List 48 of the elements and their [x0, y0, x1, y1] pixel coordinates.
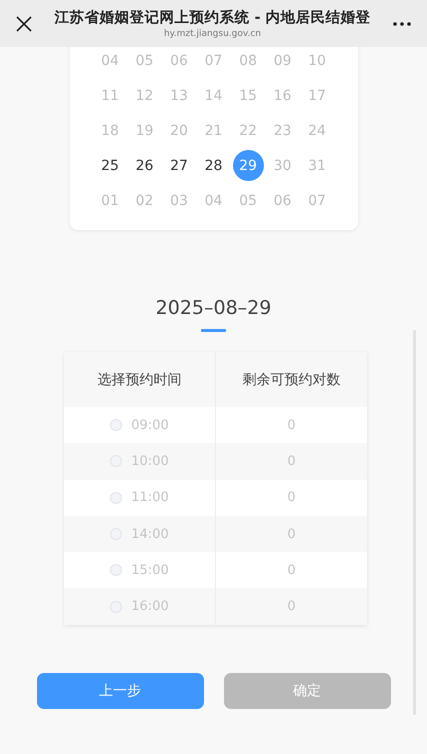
column-header: 剩余可预约对数 — [242, 370, 342, 390]
calendar-day: 30 — [267, 150, 298, 181]
calendar-day: 17 — [302, 80, 332, 111]
remaining-count: 0 — [287, 418, 296, 433]
calendar-day: 06 — [164, 45, 194, 76]
calendar-day: 19 — [129, 115, 160, 146]
calendar-day[interactable]: 27 — [164, 150, 194, 181]
time-slot: 09:00 — [131, 418, 169, 433]
calendar-day: 24 — [302, 115, 332, 146]
calendar-day: 12 — [129, 80, 160, 111]
calendar-day: 16 — [267, 80, 298, 111]
remaining-count: 0 — [287, 490, 296, 506]
calendar-day: 06 — [267, 185, 298, 216]
calendar-day: 15 — [232, 80, 264, 111]
time-slot: 15:00 — [131, 562, 169, 578]
calendar-day[interactable]: 26 — [129, 150, 160, 181]
column-header: 选择预约时间 — [64, 352, 216, 407]
calendar-day: 03 — [164, 185, 194, 216]
time-slot: 11:00 — [131, 490, 169, 506]
close-icon[interactable] — [16, 16, 32, 32]
remaining-count: 0 — [287, 562, 296, 578]
calendar-day: 05 — [129, 45, 160, 76]
calendar-day: 20 — [164, 115, 194, 146]
date-underline — [201, 329, 226, 332]
calendar-day: 09 — [267, 45, 298, 76]
more-icon[interactable] — [393, 22, 411, 26]
calendar-day: 04 — [94, 45, 126, 76]
calendar-day: 11 — [94, 80, 126, 111]
calendar-day: 07 — [302, 185, 332, 216]
calendar-day[interactable]: 25 — [94, 150, 126, 181]
calendar-day: 10 — [302, 45, 332, 76]
calendar-day: 18 — [94, 115, 126, 146]
calendar-day: 23 — [267, 115, 298, 146]
calendar-day[interactable]: 28 — [198, 150, 229, 181]
selected-date: 2025–08–29 — [156, 296, 272, 320]
calendar-day: 14 — [198, 80, 229, 111]
calendar-day: 05 — [232, 185, 264, 216]
calendar-day: 01 — [94, 185, 126, 216]
calendar-day: 21 — [198, 115, 229, 146]
calendar-day: 22 — [232, 115, 264, 146]
page-url: hy.mzt.jiangsu.gov.cn — [164, 28, 262, 40]
page-title: 江苏省婚姻登记网上预约系统 - 内地居民结婚登 — [54, 8, 371, 28]
calendar-day: 04 — [198, 185, 229, 216]
calendar-day: 02 — [129, 185, 160, 216]
calendar-day: 13 — [164, 80, 194, 111]
calendar-day: 08 — [232, 45, 264, 76]
calendar-day: 07 — [198, 45, 229, 76]
calendar-day: 31 — [302, 150, 332, 181]
